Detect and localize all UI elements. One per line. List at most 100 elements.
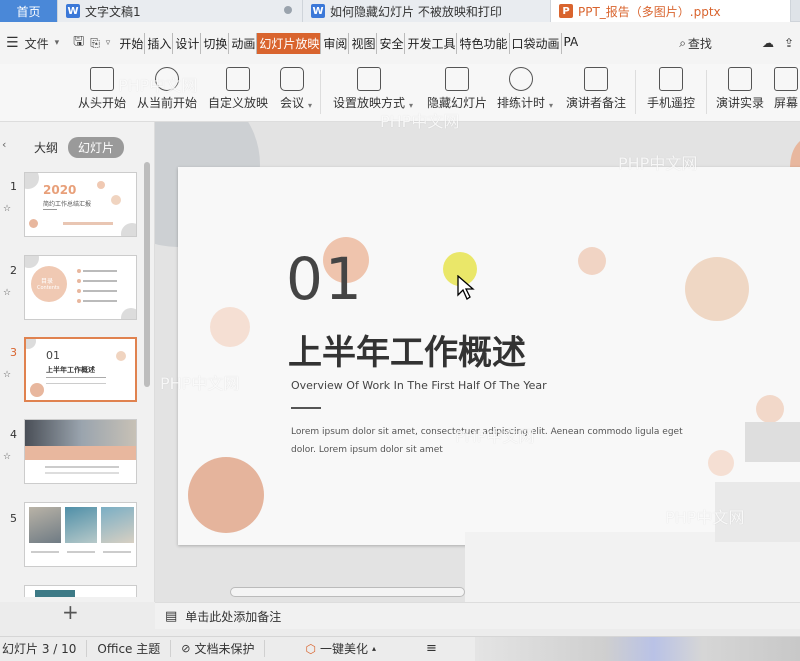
ribbon-button-8[interactable]: 手机遥控 (647, 67, 695, 111)
ribbon-button-0[interactable]: 从头开始 (78, 67, 126, 111)
main-menu: 开始 插入 设计 切换 动画 幻灯片放映 审阅 视图 安全 开发工具 特色功能 口袋动画 PA (118, 32, 580, 54)
slide-thumbnail-6[interactable] (24, 585, 137, 597)
ribbon-button-label: 手机遥控 (647, 96, 696, 110)
menu-item-0[interactable]: 开始 (118, 33, 144, 54)
tab-document-2[interactable]: W 如何隐藏幻灯片 不被放映和打印 (303, 0, 551, 22)
slide-panel: ‹ 大纲 幻灯片 1 ☆ 2020 简约工作总结汇报 2 ☆ 目录 Conten… (0, 122, 155, 624)
chevron-down-icon[interactable]: ▾ (55, 38, 60, 48)
blurred-region (475, 637, 800, 661)
ribbon-button-label: 演讲者备注 (566, 96, 627, 110)
ribbon-button-2[interactable]: 自定义放映 (208, 67, 268, 111)
menu-item-4[interactable]: 动画 (228, 32, 256, 54)
ppt-doc-icon: P (559, 4, 573, 18)
menu-item-2[interactable]: 设计 (172, 32, 200, 54)
search-icon[interactable]: ⌕ (679, 36, 686, 51)
shield-off-icon: ⊘ (181, 642, 191, 655)
ribbon-button-5[interactable]: 隐藏幻灯片 (427, 67, 487, 111)
slide-number: 2 (10, 264, 17, 277)
word-doc-icon: W (66, 4, 80, 18)
horizontal-scrollbar[interactable] (230, 587, 465, 597)
save-icon[interactable]: 🖫 (73, 32, 84, 54)
theme-name[interactable]: Office 主题 (87, 640, 172, 657)
thumb-title: 目录 (41, 278, 54, 285)
slide-counter: 幻灯片 3 / 10 (0, 640, 88, 657)
ribbon-button-6[interactable]: 排练计时 ▾ (497, 67, 553, 111)
menu-item-3[interactable]: 切换 (200, 32, 228, 54)
add-slide-button[interactable]: + (62, 600, 79, 624)
tab-document-1-label: 文字文稿1 (85, 4, 141, 19)
slide-thumbnail-4[interactable] (24, 419, 137, 484)
tab-home[interactable]: 首页 (0, 0, 58, 22)
menu-item-11[interactable]: 口袋动画 (508, 32, 561, 54)
search-label[interactable]: 查找 (688, 35, 712, 52)
file-menu[interactable]: 文件 (25, 35, 49, 52)
thumb-title-number: 01 (46, 349, 60, 362)
decor-circle (756, 395, 784, 423)
share-icon[interactable]: ⇪ (784, 36, 794, 50)
protection-status[interactable]: ⊘ 文档未保护 (171, 640, 266, 657)
menu-item-9[interactable]: 开发工具 (404, 32, 456, 54)
cloud-icon[interactable]: ☁ (762, 36, 774, 50)
ribbon-button-label: 屏幕 (774, 96, 799, 110)
slide-canvas: 01 上半年工作概述 Overview Of Work In The First… (155, 122, 800, 602)
play-from-current-icon (155, 67, 179, 91)
tab-presentation[interactable]: P PPT_报告（多图片）.pptx (551, 0, 791, 22)
current-slide[interactable]: 01 上半年工作概述 Overview Of Work In The First… (178, 167, 800, 545)
ribbon-button-label: 从头开始 (78, 96, 127, 110)
protection-label: 文档未保护 (194, 642, 255, 656)
mouse-cursor-icon (457, 275, 475, 300)
ribbon-separator (635, 70, 636, 114)
rehearse-timing-icon (509, 67, 533, 91)
star-icon: ☆ (3, 370, 12, 380)
thumb-title: 简约工作总结汇报 (43, 201, 92, 208)
tab-slides[interactable]: 幻灯片 (68, 136, 125, 158)
quick-access-dropdown-icon[interactable]: ▿ (106, 38, 111, 48)
tab-close-icon[interactable] (284, 6, 292, 14)
ribbon-button-3[interactable]: 会议 ▾ (280, 67, 312, 111)
star-icon: ☆ (3, 452, 12, 462)
setup-show-icon (357, 67, 381, 91)
ribbon-button-label: 设置放映方式 (333, 96, 406, 110)
slide-thumbnail-1[interactable]: 2020 简约工作总结汇报 (24, 172, 137, 237)
ribbon-button-10[interactable]: 屏幕 (774, 67, 798, 111)
blurred-region (715, 482, 800, 542)
ribbon-button-9[interactable]: 演讲实录 (716, 67, 764, 111)
decor-circle (188, 457, 264, 533)
record-icon (728, 67, 752, 91)
dropdown-arrow-icon[interactable]: ▾ (549, 101, 553, 110)
slide-number: 5 (10, 512, 17, 525)
beautify-button[interactable]: ⬡ 一键美化 ▴ (295, 640, 386, 657)
play-from-start-icon (90, 67, 114, 91)
blurred-region (745, 422, 800, 462)
dropdown-arrow-icon[interactable]: ▾ (409, 101, 413, 110)
tab-outline[interactable]: 大纲 (24, 137, 68, 158)
tab-document-2-label: 如何隐藏幻灯片 不被放映和打印 (330, 4, 502, 19)
tab-presentation-label: PPT_报告（多图片）.pptx (578, 4, 721, 19)
menu-item-6[interactable]: 审阅 (320, 32, 348, 54)
tab-document-1[interactable]: W 文字文稿1 (58, 0, 303, 22)
notes-placeholder[interactable]: 单击此处添加备注 (185, 608, 281, 625)
dropdown-arrow-icon[interactable]: ▾ (308, 101, 312, 110)
ribbon-button-4[interactable]: 设置放映方式 ▾ (333, 67, 413, 111)
format-painter-icon[interactable]: ⎘ (90, 36, 100, 51)
panel-scrollbar[interactable] (144, 162, 150, 387)
ribbon-separator (706, 70, 707, 114)
menu-item-12[interactable]: PA (560, 32, 580, 54)
view-list-icon[interactable]: ≡ (426, 641, 437, 656)
slide-thumbnail-3[interactable]: 01 上半年工作概述 (24, 337, 137, 402)
slide-thumbnail-5[interactable] (24, 502, 137, 567)
hamburger-menu-icon[interactable]: ☰ (6, 35, 19, 51)
menu-item-10[interactable]: 特色功能 (456, 32, 508, 54)
notes-bar[interactable]: ▤ 单击此处添加备注 (155, 602, 800, 629)
ribbon-button-7[interactable]: 演讲者备注 (566, 67, 626, 111)
slide-number: 3 (10, 346, 17, 359)
menu-item-1[interactable]: 插入 (144, 32, 172, 54)
menu-item-7[interactable]: 视图 (348, 32, 376, 54)
slide-thumbnail-2[interactable]: 目录 Contents (24, 255, 137, 320)
ribbon-button-1[interactable]: 从当前开始 (137, 67, 197, 111)
menu-item-5[interactable]: 幻灯片放映 (256, 32, 321, 54)
star-icon: ☆ (3, 288, 12, 298)
slide-title: 上半年工作概述 (288, 333, 526, 373)
menu-item-8[interactable]: 安全 (376, 32, 404, 54)
ribbon-button-label: 隐藏幻灯片 (427, 96, 488, 110)
